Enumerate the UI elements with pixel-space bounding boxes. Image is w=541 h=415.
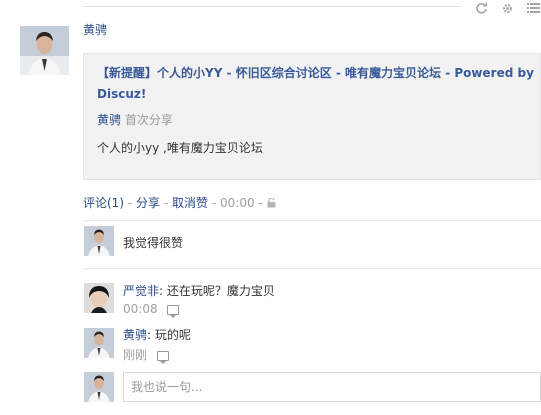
share-author[interactable]: 黄骋: [97, 113, 121, 127]
lock-icon: [267, 196, 276, 211]
separator: -: [163, 196, 169, 210]
comment-author[interactable]: 严觉非: [123, 284, 159, 298]
separator: -: [211, 196, 217, 210]
comment-item: 黄骋: 玩的呢: [123, 326, 191, 343]
reply-input[interactable]: 我也说一句...: [123, 372, 541, 402]
share-link[interactable]: 分享: [136, 196, 160, 210]
list-icon[interactable]: [526, 1, 540, 15]
unlike-link[interactable]: 取消赞: [172, 196, 208, 210]
comment-item: 严觉非: 还在玩呢？魔力宝贝: [123, 282, 275, 299]
my-avatar: [84, 372, 114, 402]
comment-text: : 还在玩呢？魔力宝贝: [159, 284, 275, 298]
comment-time: 00:08: [123, 302, 158, 316]
shared-link-title[interactable]: 【新提醒】个人的小YY - 怀旧区综合讨论区 - 唯有魔力宝贝论坛 - Powe…: [97, 63, 535, 105]
comment-text: : 玩的呢: [147, 328, 191, 342]
action-bar: 评论(1) - 分享 - 取消赞 - 00:00 -: [83, 194, 276, 211]
like-text: 我觉得很赞: [123, 236, 184, 250]
comment-time: 刚刚: [123, 348, 148, 362]
separator: -: [127, 196, 133, 210]
author-avatar[interactable]: [20, 26, 69, 75]
refresh-icon[interactable]: [474, 1, 488, 15]
shared-link-card: 【新提醒】个人的小YY - 怀旧区综合讨论区 - 唯有魔力宝贝论坛 - Powe…: [83, 53, 541, 180]
comment-author[interactable]: 黄骋: [123, 328, 147, 342]
divider: [83, 268, 541, 269]
comment-meta: 00:08: [123, 302, 180, 318]
commenter-avatar[interactable]: [84, 283, 114, 313]
share-description: 个人的小yy ,唯有魔力宝贝论坛: [97, 141, 263, 155]
liker-avatar[interactable]: [84, 226, 114, 256]
comment-link[interactable]: 评论(1): [83, 196, 124, 210]
separator: -: [258, 196, 263, 210]
post-author[interactable]: 黄骋: [83, 21, 107, 38]
comment-meta: 刚刚: [123, 346, 169, 364]
comment-icon[interactable]: [156, 350, 169, 364]
share-meta: 黄骋 首次分享: [97, 111, 173, 128]
divider: [83, 220, 541, 221]
commenter-avatar[interactable]: [84, 328, 114, 358]
top-divider: [83, 6, 461, 7]
comment-icon[interactable]: [167, 304, 180, 318]
post-time: 00:00: [220, 196, 255, 210]
gear-icon[interactable]: [500, 1, 514, 15]
share-note: 首次分享: [124, 113, 173, 127]
